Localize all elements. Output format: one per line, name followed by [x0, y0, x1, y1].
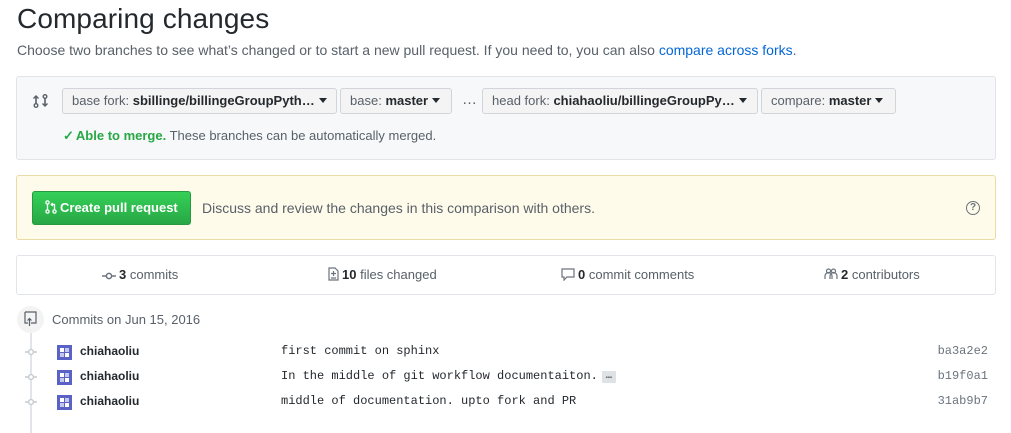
commit-message-wrap: first commit on sphinx	[281, 344, 439, 358]
merge-status-text: These branches can be automatically merg…	[166, 128, 437, 143]
commit-author[interactable]: chiahaoliu	[80, 344, 139, 358]
git-compare-icon	[33, 94, 48, 108]
file-diff-icon	[328, 267, 339, 281]
commit-message[interactable]: first commit on sphinx	[281, 344, 439, 358]
repo-push-icon	[17, 306, 44, 333]
commit-message[interactable]: In the middle of git workflow documentai…	[281, 369, 598, 383]
commit-sha[interactable]: ba3a2e2	[938, 344, 988, 358]
base-branch-select[interactable]: base: master	[340, 88, 452, 114]
flash-text: Discuss and review the changes in this c…	[202, 200, 595, 216]
base-fork-value: sbillinge/billingeGroupPyth…	[132, 93, 315, 108]
create-pull-request-label: Create pull request	[60, 200, 178, 215]
chevron-down-icon	[875, 98, 884, 103]
base-value: master	[385, 93, 429, 108]
merge-status: ✓ Able to merge. These branches can be au…	[63, 128, 436, 144]
merge-status-label: Able to merge.	[75, 128, 167, 143]
compare-stats: 3 commits 10 files changed 0 commit comm…	[16, 255, 996, 295]
help-icon[interactable]: ?	[966, 201, 980, 215]
comments-label: commit comments	[585, 267, 695, 282]
commit-message-wrap: In the middle of git workflow documentai…	[281, 369, 616, 383]
commits-tab[interactable]: 3 commits	[102, 267, 178, 282]
compare-value: master	[828, 93, 872, 108]
head-fork-select[interactable]: head fork: chiahaoliu/billingeGroupPy…	[482, 88, 758, 114]
commit-author[interactable]: chiahaoliu	[80, 394, 139, 408]
base-fork-label: base fork:	[72, 93, 130, 108]
base-fork-select[interactable]: base fork: sbillinge/billingeGroupPyth…	[62, 88, 337, 114]
commit-icon	[102, 272, 116, 280]
commit-row: chiahaoliu In the middle of git workflow …	[0, 366, 1011, 388]
contributors-label: contributors	[848, 267, 920, 282]
files-changed-tab[interactable]: 10 files changed	[328, 267, 437, 282]
compare-across-forks-link[interactable]: compare across forks	[659, 42, 793, 58]
check-icon: ✓	[63, 128, 74, 143]
chevron-down-icon	[318, 98, 327, 103]
commit-node-icon	[25, 398, 37, 406]
avatar[interactable]	[57, 345, 72, 360]
subtitle-end: .	[792, 42, 797, 58]
pull-request-icon	[45, 200, 57, 214]
avatar[interactable]	[57, 370, 72, 385]
head-fork-label: head fork:	[492, 93, 550, 108]
base-label: base:	[350, 93, 382, 108]
contributors-tab[interactable]: 2 contributors	[824, 267, 920, 282]
people-icon	[824, 268, 838, 279]
page-title: Comparing changes	[17, 3, 270, 34]
head-fork-value: chiahaoliu/billingeGroupPy…	[553, 93, 735, 108]
chevron-down-icon	[738, 98, 747, 103]
commit-row: chiahaoliu middle of documentation. upto …	[0, 391, 1011, 413]
range-editor: base fork: sbillinge/billingeGroupPyth… …	[16, 76, 996, 160]
commit-comments-tab[interactable]: 0 commit comments	[561, 267, 694, 282]
commit-author[interactable]: chiahaoliu	[80, 369, 139, 383]
expand-message-button[interactable]: …	[601, 371, 616, 383]
avatar[interactable]	[57, 395, 72, 410]
files-count: 10	[342, 267, 357, 282]
range-separator: …	[462, 91, 478, 108]
create-pr-flash: Create pull request Discuss and review t…	[16, 175, 996, 240]
create-pull-request-button[interactable]: Create pull request	[32, 191, 191, 225]
commit-message-wrap: middle of documentation. upto fork and P…	[281, 394, 576, 408]
subtitle-text: Choose two branches to see what’s change…	[17, 42, 659, 58]
commits-label: commits	[126, 267, 179, 282]
commit-sha[interactable]: b19f0a1	[938, 369, 988, 383]
chevron-down-icon	[432, 98, 441, 103]
commit-node-icon	[25, 373, 37, 381]
commit-message[interactable]: middle of documentation. upto fork and P…	[281, 394, 576, 408]
commit-node-icon	[25, 348, 37, 356]
commit-row: chiahaoliu first commit on sphinx ba3a2e2	[0, 341, 1011, 363]
commit-group-date: Commits on Jun 15, 2016	[52, 312, 201, 327]
compare-label: compare:	[771, 93, 826, 108]
comment-icon	[561, 268, 575, 282]
compare-branch-select[interactable]: compare: master	[761, 88, 896, 114]
files-label: files changed	[356, 267, 437, 282]
page-subtitle: Choose two branches to see what’s change…	[17, 42, 797, 58]
commit-sha[interactable]: 31ab9b7	[938, 394, 988, 408]
